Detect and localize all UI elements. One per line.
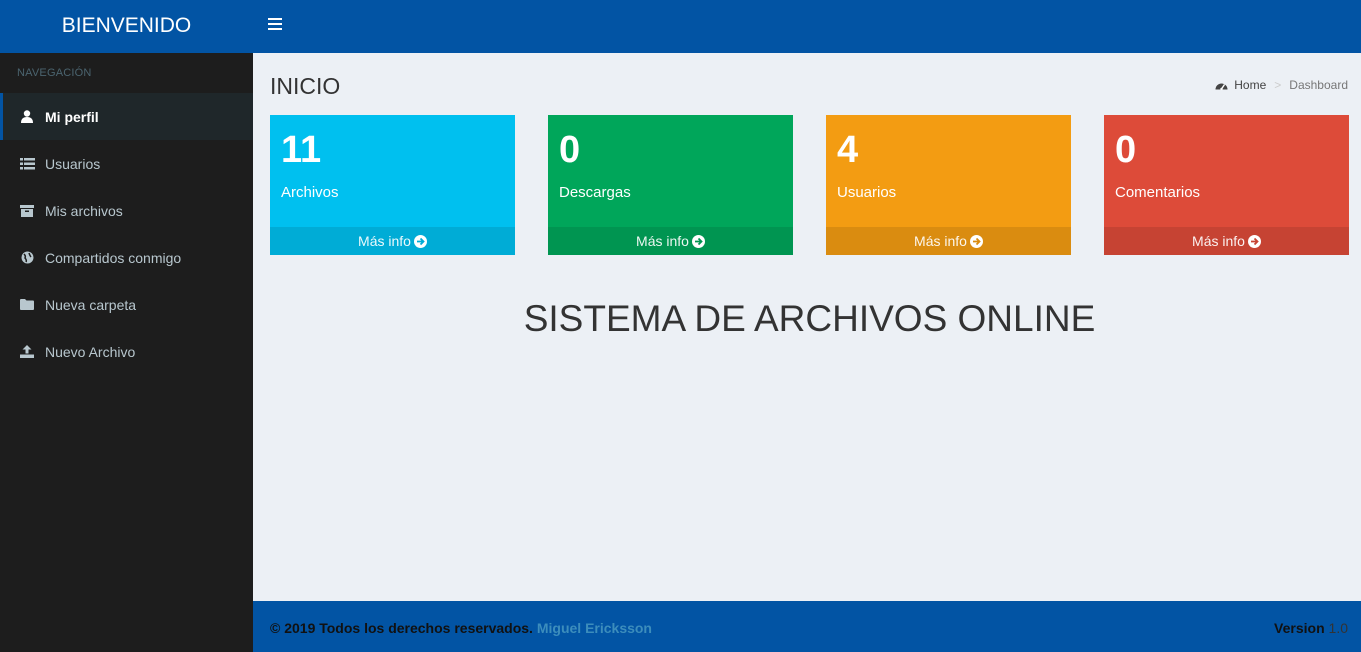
sidebar-item-mi-perfil[interactable]: Mi perfil [0,93,253,140]
sidebar-item-mis-archivos[interactable]: Mis archivos [0,187,253,234]
footer-copyright: © 2019 Todos los derechos reservados. Mi… [270,620,652,636]
breadcrumb-home-link[interactable]: Home [1215,78,1266,92]
author-link[interactable]: Miguel Ericksson [537,620,652,636]
stat-value: 4 [837,129,859,171]
version-number: 1.0 [1328,620,1348,636]
page-title: INICIO [270,73,341,99]
stat-label: Descargas [559,184,631,201]
more-info-link[interactable]: Más info [1104,227,1349,255]
sidebar-item-label: Nueva carpeta [45,296,137,313]
stat-box-comentarios: 0 Comentarios Más info [1104,115,1349,255]
breadcrumb-home-label: Home [1234,78,1267,92]
sidebar-item-nuevo-archivo[interactable]: Nuevo Archivo [0,328,253,375]
stat-label: Comentarios [1115,184,1201,201]
sidebar-item-nueva-carpeta[interactable]: Nueva carpeta [0,281,253,328]
more-info-link[interactable]: Más info [270,227,515,255]
folder-icon [19,298,35,312]
stat-value: 0 [1115,129,1137,171]
stat-box-usuarios: 4 Usuarios Más info [826,115,1071,255]
stat-label: Usuarios [837,184,897,201]
stat-box-descargas: 0 Descargas Más info [548,115,793,255]
more-info-link[interactable]: Más info [548,227,793,255]
sidebar-item-label: Compartidos conmigo [45,249,182,266]
sidebar-item-label: Mi perfil [45,108,99,125]
sidebar-item-label: Usuarios [45,155,101,172]
sidebar-toggle-button[interactable] [268,18,284,34]
list-icon [19,157,35,171]
arrow-circle-right-icon [1247,235,1261,248]
top-navbar: BIENVENIDO [0,0,1361,53]
globe-icon [19,251,35,265]
version-label: Version [1274,620,1325,636]
sidebar: NAVEGACIÓN Mi perfil Usuarios Mis archiv… [0,53,253,652]
brand-logo[interactable]: BIENVENIDO [0,0,253,53]
stat-label: Archivos [281,184,339,201]
sidebar-item-label: Mis archivos [45,202,123,219]
page-headline: SISTEMA DE ARCHIVOS ONLINE [523,298,1096,339]
sidebar-section-header: NAVEGACIÓN [17,67,92,79]
hamburger-icon [268,18,282,20]
sidebar-item-label: Nuevo Archivo [45,343,136,360]
footer-version: Version 1.0 [1274,620,1348,636]
breadcrumb-separator: > [1274,78,1282,92]
footer: © 2019 Todos los derechos reservados. Mi… [253,601,1361,652]
breadcrumb-current: Dashboard [1289,78,1348,92]
more-info-link[interactable]: Más info [826,227,1071,255]
stat-value: 0 [559,129,581,171]
arrow-circle-right-icon [691,235,705,248]
user-icon [19,110,35,124]
sidebar-item-usuarios[interactable]: Usuarios [0,140,253,187]
stat-value: 11 [281,129,322,171]
stat-box-archivos: 11 Archivos Más info [270,115,515,255]
main-content: INICIO Home > Dashboard 11 Archivos Más … [253,53,1361,601]
arrow-circle-right-icon [413,235,427,248]
copyright-text: © 2019 Todos los derechos reservados. [270,620,533,636]
dashboard-icon [1215,83,1228,90]
sidebar-item-compartidos[interactable]: Compartidos conmigo [0,234,253,281]
upload-icon [19,345,35,359]
archive-icon [19,204,35,218]
arrow-circle-right-icon [969,235,983,248]
breadcrumb: Home > Dashboard [1215,78,1348,92]
